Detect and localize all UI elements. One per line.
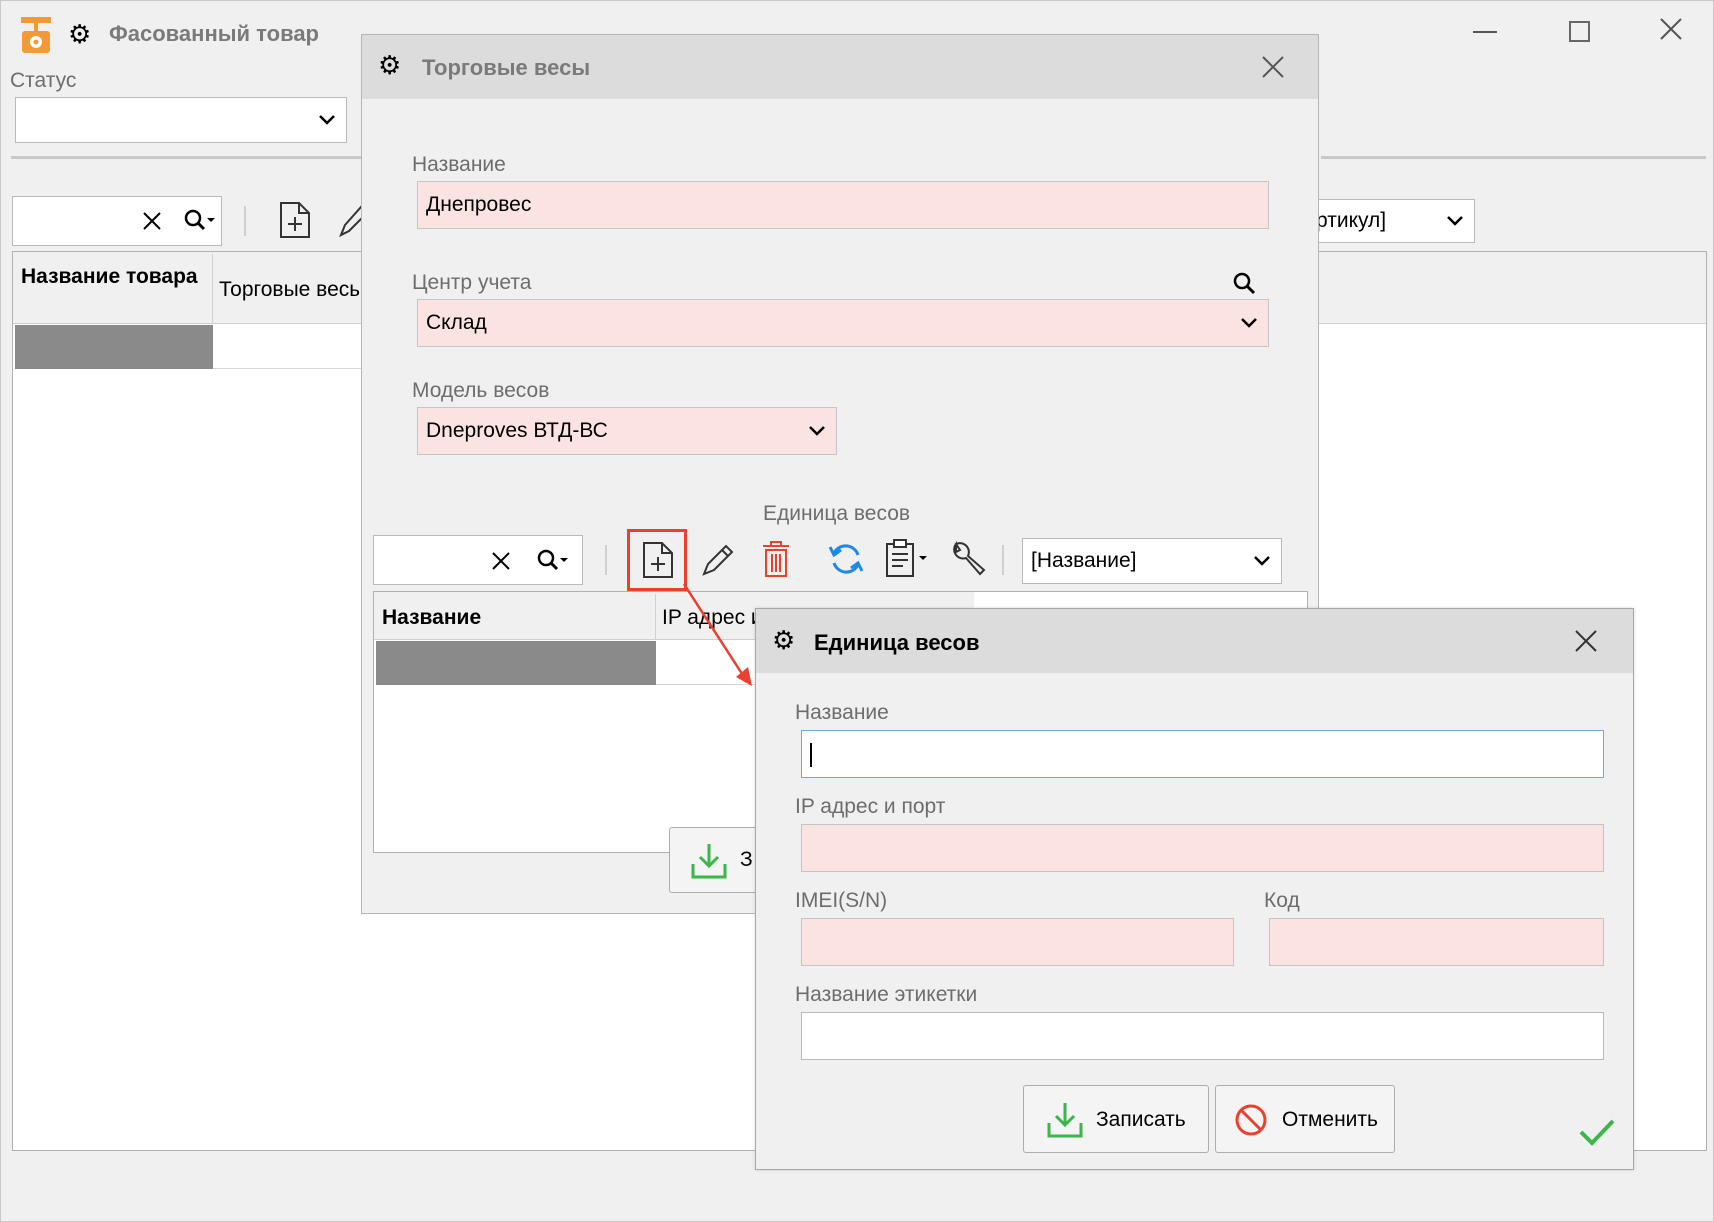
- main-search-input[interactable]: [12, 196, 222, 246]
- save-button-label: Записать: [1096, 1108, 1186, 1131]
- unit-name-input[interactable]: [801, 730, 1604, 778]
- cancel-button-label: Отменить: [1282, 1108, 1378, 1131]
- search-icon[interactable]: [536, 548, 570, 580]
- check-icon: [1578, 1117, 1616, 1153]
- status-label: Статус: [10, 69, 77, 92]
- scales-dialog-title: Торговые весы: [422, 55, 591, 80]
- save-download-icon: [690, 842, 728, 886]
- add-document-icon[interactable]: [279, 201, 311, 245]
- unit-dialog-titlebar: ⚙ Единица весов: [756, 609, 1633, 673]
- code-input[interactable]: [1269, 918, 1604, 966]
- annotation-arrow: [682, 583, 752, 686]
- toolbar-separator: [1002, 545, 1004, 575]
- main-sort-select-value: ртикул]: [1316, 209, 1387, 232]
- unit-dialog-title: Единица весов: [814, 630, 980, 655]
- app-scale-icon: [19, 15, 53, 55]
- scales-name-field[interactable]: Днепровес: [417, 181, 1269, 229]
- units-search-input[interactable]: [373, 535, 583, 585]
- chevron-down-icon: [808, 419, 826, 443]
- table-row-selected-cell[interactable]: [376, 641, 656, 685]
- delete-trash-icon[interactable]: [761, 540, 791, 584]
- close-icon[interactable]: [1261, 55, 1285, 85]
- clear-search-icon[interactable]: [141, 210, 163, 238]
- unit-name-label: Название: [795, 701, 889, 724]
- column-header-product-name[interactable]: Название товара: [15, 254, 213, 324]
- unit-dialog: ⚙ Единица весов Название IP адрес и порт…: [755, 608, 1634, 1170]
- column-header-scales[interactable]: Торговые весы: [213, 254, 373, 324]
- settings-wrench-icon[interactable]: [950, 540, 986, 584]
- cancel-prohibit-icon: [1234, 1103, 1268, 1143]
- units-sort-select[interactable]: [Название]: [1022, 538, 1282, 584]
- maximize-button[interactable]: [1569, 21, 1590, 42]
- main-divider-right: [1321, 156, 1706, 159]
- status-select[interactable]: [15, 97, 347, 143]
- scales-name-label: Название: [412, 153, 506, 176]
- code-label: Код: [1264, 889, 1300, 912]
- label-name-input[interactable]: [801, 1012, 1604, 1060]
- close-window-button[interactable]: [1657, 15, 1685, 49]
- column-header-name[interactable]: Название: [376, 594, 656, 640]
- model-select[interactable]: Dneproves ВТД-ВС: [417, 407, 837, 455]
- refresh-icon[interactable]: [828, 541, 864, 583]
- main-gear-icon: ⚙: [68, 19, 92, 49]
- save-button[interactable]: Записать: [1023, 1085, 1209, 1153]
- ip-label: IP адрес и порт: [795, 795, 946, 818]
- ip-input[interactable]: [801, 824, 1604, 872]
- toolbar-separator: [605, 545, 607, 575]
- label-name-label: Название этикетки: [795, 983, 978, 1006]
- chevron-down-icon: [1446, 209, 1464, 233]
- chevron-down-icon: [1240, 311, 1258, 335]
- scales-dialog-titlebar: ⚙ Торговые весы: [362, 35, 1318, 99]
- units-section-label: Единица весов: [763, 502, 911, 525]
- imei-input[interactable]: [801, 918, 1234, 966]
- model-label: Модель весов: [412, 379, 550, 402]
- toolbar-separator: [244, 206, 246, 236]
- chevron-down-icon: [1253, 549, 1271, 573]
- main-sort-select[interactable]: ртикул]: [1301, 199, 1475, 243]
- table-row-cell[interactable]: [213, 325, 373, 369]
- center-label: Центр учета: [412, 271, 532, 294]
- scales-gear-icon: ⚙: [378, 50, 402, 80]
- main-divider: [11, 156, 366, 159]
- search-icon[interactable]: [183, 208, 217, 240]
- imei-label: IMEI(S/N): [795, 889, 888, 912]
- center-search-icon[interactable]: [1232, 271, 1256, 301]
- clear-search-icon[interactable]: [490, 550, 512, 578]
- close-icon[interactable]: [1574, 629, 1598, 659]
- chevron-down-icon: [318, 108, 336, 132]
- table-row-selected-cell[interactable]: [15, 325, 213, 369]
- center-select[interactable]: Склад: [417, 299, 1269, 347]
- unit-gear-icon: ⚙: [772, 625, 796, 655]
- main-window-title: Фасованный товар: [109, 21, 319, 46]
- cancel-button[interactable]: Отменить: [1215, 1085, 1395, 1153]
- minimize-button[interactable]: [1473, 31, 1497, 33]
- clipboard-icon[interactable]: [885, 538, 931, 584]
- text-cursor: [810, 743, 812, 767]
- save-download-icon: [1046, 1101, 1084, 1145]
